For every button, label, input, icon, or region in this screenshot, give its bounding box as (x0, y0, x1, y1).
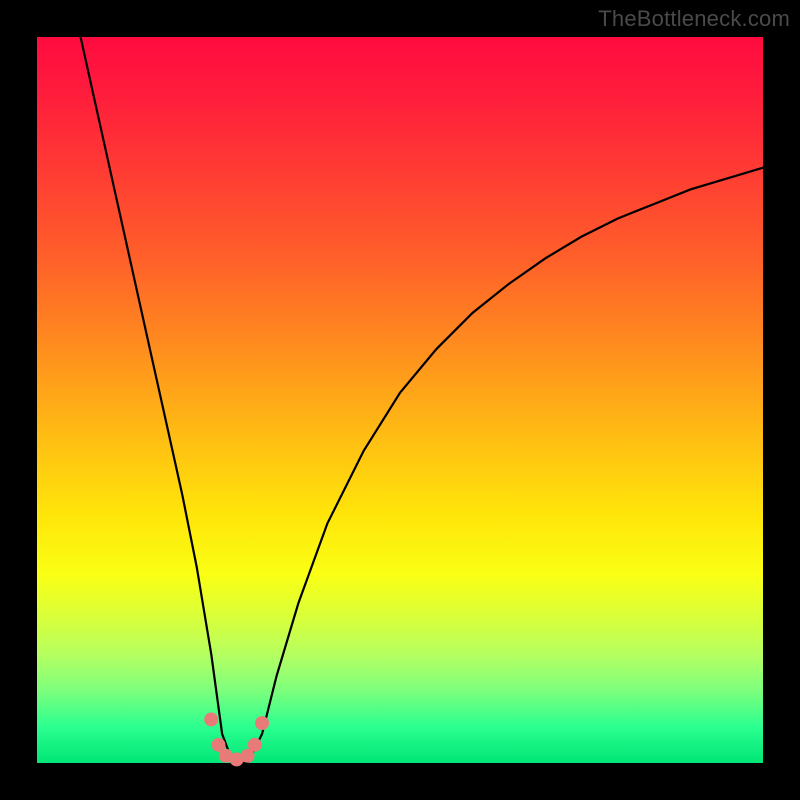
plot-area (37, 37, 763, 763)
chart-svg (37, 37, 763, 763)
marker-dot (248, 738, 262, 752)
watermark-text: TheBottleneck.com (598, 6, 790, 32)
marker-dot (204, 712, 218, 726)
chart-frame: TheBottleneck.com (0, 0, 800, 800)
bottleneck-curve (81, 37, 763, 763)
marker-dot (255, 716, 269, 730)
